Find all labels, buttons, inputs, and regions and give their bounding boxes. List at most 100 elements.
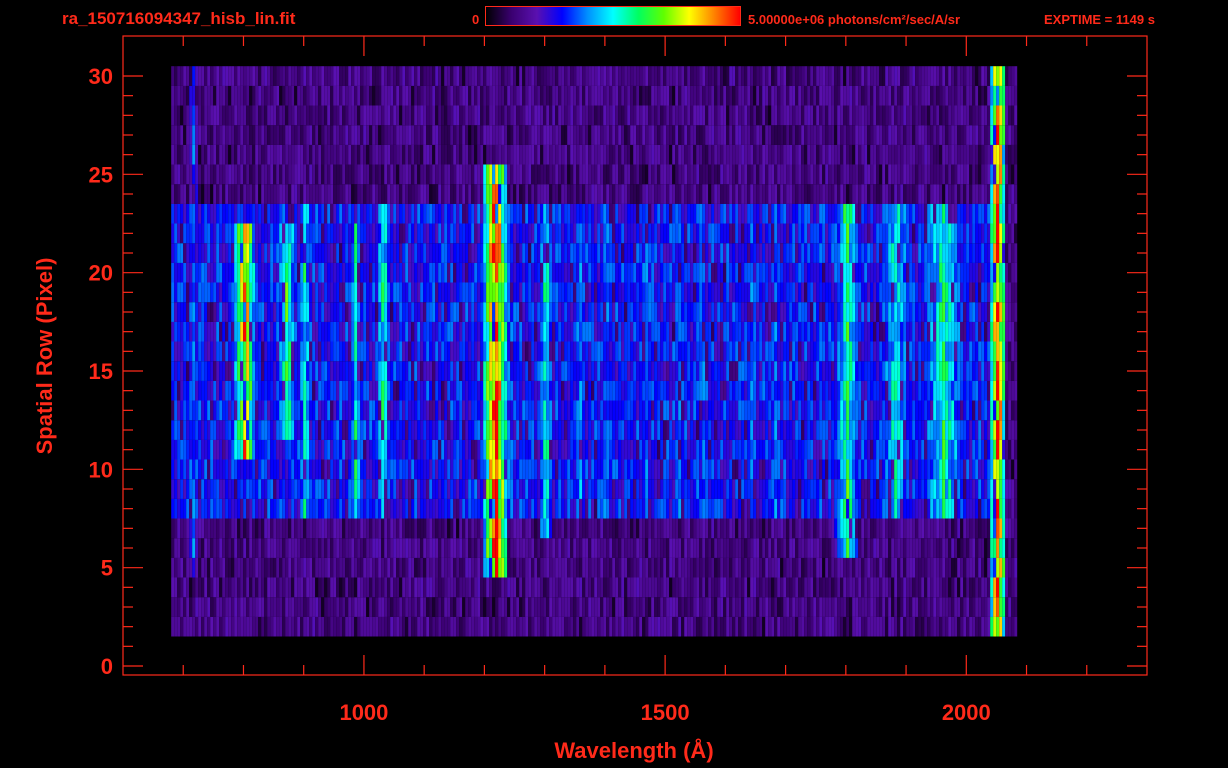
heatmap-cell	[894, 616, 898, 637]
heatmap-cell	[393, 498, 397, 519]
heatmap-cell	[738, 420, 742, 440]
heatmap-cell	[861, 518, 865, 539]
heatmap-cell	[378, 380, 382, 401]
heatmap-cell	[327, 498, 331, 519]
heatmap-cell	[498, 577, 502, 598]
heatmap-cell	[609, 341, 613, 362]
heatmap-cell	[900, 400, 904, 421]
heatmap-cell	[885, 479, 889, 499]
heatmap-cell	[468, 400, 472, 421]
heatmap-cell	[495, 361, 499, 381]
heatmap-cell	[714, 479, 718, 499]
heatmap-cell	[183, 518, 187, 539]
heatmap-cell	[771, 380, 775, 401]
heatmap-cell	[456, 616, 460, 637]
heatmap-cell	[816, 577, 820, 598]
heatmap-cell	[471, 616, 475, 637]
heatmap-cell	[522, 577, 526, 598]
heatmap-cell	[615, 302, 619, 322]
heatmap-cell	[930, 459, 934, 480]
heatmap-cell	[576, 302, 580, 322]
heatmap-cell	[903, 577, 907, 598]
heatmap-cell	[249, 341, 253, 362]
heatmap-cell	[744, 439, 748, 460]
heatmap-cell	[198, 498, 202, 519]
heatmap-cell	[432, 439, 436, 460]
heatmap-cell	[630, 321, 634, 342]
heatmap-cell	[582, 557, 586, 578]
heatmap-cell	[945, 420, 949, 440]
heatmap-cell	[906, 341, 910, 362]
heatmap-cell	[708, 459, 712, 480]
heatmap-cell	[276, 380, 280, 401]
heatmap-cell	[516, 479, 520, 499]
heatmap-cell	[810, 557, 814, 578]
heatmap-cell	[573, 439, 577, 460]
heatmap-cell	[234, 518, 238, 539]
heatmap-cell	[936, 361, 940, 381]
heatmap-cell	[405, 518, 409, 539]
heatmap-cell	[549, 380, 553, 401]
heatmap-cell	[348, 459, 352, 480]
heatmap-cell	[744, 538, 748, 558]
heatmap-cell	[327, 577, 331, 598]
heatmap-cell	[306, 616, 310, 637]
heatmap-cell	[396, 518, 400, 539]
heatmap-cell	[762, 400, 766, 421]
heatmap-cell	[645, 557, 649, 578]
heatmap-cell	[618, 361, 622, 381]
heatmap-cell	[636, 577, 640, 598]
heatmap-cell	[423, 616, 427, 637]
heatmap-cell	[324, 616, 328, 637]
heatmap-cell	[660, 538, 664, 558]
heatmap-cell	[378, 538, 382, 558]
heatmap-cell	[363, 302, 367, 322]
heatmap-cell	[765, 616, 769, 637]
heatmap-cell	[189, 341, 193, 362]
heatmap-cell	[774, 616, 778, 637]
heatmap-cell	[609, 400, 613, 421]
heatmap-cell	[990, 616, 994, 637]
heatmap-cell	[390, 439, 394, 460]
heatmap-cell	[192, 479, 196, 499]
heatmap-cell	[576, 538, 580, 558]
heatmap-cell	[591, 518, 595, 539]
heatmap-cell	[423, 400, 427, 421]
heatmap-cell	[969, 538, 973, 558]
heatmap-cell	[387, 439, 391, 460]
heatmap-cell	[777, 302, 781, 322]
heatmap-cell	[495, 498, 499, 519]
heatmap-cell	[414, 597, 418, 617]
heatmap-cell	[930, 439, 934, 460]
heatmap-cell	[456, 282, 460, 303]
heatmap-cell	[873, 518, 877, 539]
heatmap-cell	[1014, 380, 1018, 401]
heatmap-cell	[687, 439, 691, 460]
heatmap-cell	[432, 361, 436, 381]
heatmap-cell	[369, 400, 373, 421]
heatmap-cell	[363, 597, 367, 617]
heatmap-cell	[930, 498, 934, 519]
heatmap-cell	[861, 459, 865, 480]
heatmap-cell	[240, 439, 244, 460]
heatmap-cell	[684, 518, 688, 539]
heatmap-cell	[765, 341, 769, 362]
heatmap-cell	[903, 361, 907, 381]
heatmap-cell	[492, 400, 496, 421]
heatmap-cell	[225, 341, 229, 362]
heatmap-cell	[630, 597, 634, 617]
heatmap-cell	[744, 479, 748, 499]
heatmap-cell	[798, 400, 802, 421]
heatmap-cell	[573, 498, 577, 519]
heatmap-cell	[435, 577, 439, 598]
heatmap-cell	[471, 361, 475, 381]
heatmap-cell	[705, 302, 709, 322]
heatmap-cell	[399, 282, 403, 303]
heatmap-cell	[588, 597, 592, 617]
heatmap-cell	[507, 380, 511, 401]
heatmap-cell	[540, 616, 544, 637]
heatmap-cell	[672, 597, 676, 617]
heatmap-cell	[846, 459, 850, 480]
heatmap-cell	[837, 439, 841, 460]
heatmap-cell	[597, 498, 601, 519]
